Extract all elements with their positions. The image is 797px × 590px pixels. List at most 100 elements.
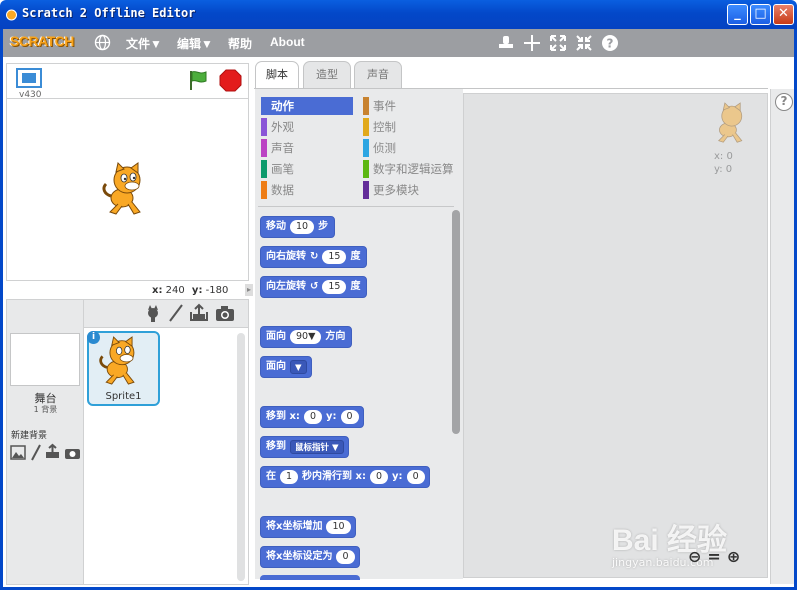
x-label: x: [152,285,163,296]
rotate-right-icon: ↻ [310,251,319,262]
block-input-x[interactable]: 0 [369,470,389,484]
svg-text:?: ? [607,37,614,51]
category-sensing[interactable]: 侦测 [363,139,396,157]
block-label: y: [325,411,337,422]
block-label: 移到 [266,441,286,452]
block-turn-right[interactable]: 向右旋转 ↻ 15 度 [260,246,368,268]
block-label: 在 [266,471,276,482]
minimize-button[interactable]: _ [727,4,748,25]
block-goto-xy[interactable]: 移到 x: 0 y: 0 [260,406,364,428]
paint-brush-icon[interactable] [167,304,185,322]
block-input[interactable]: 15 [322,250,347,264]
category-control[interactable]: 控制 [363,118,396,136]
block-partial[interactable] [260,575,360,580]
block-dropdown-input[interactable]: 90▼ [290,330,322,344]
help-button[interactable]: ? [775,93,793,111]
close-button[interactable]: ✕ [773,4,794,25]
block-label: 将x坐标设定为 [266,551,333,562]
category-color-bar [261,160,267,178]
block-change-x[interactable]: 将x坐标增加 10 [260,516,356,538]
tab-costumes[interactable]: 造型 [303,61,351,88]
upload-sprite-icon[interactable] [189,302,209,322]
cat-sprite-thumbnail [99,336,135,385]
upload-backdrop-icon[interactable] [44,443,61,460]
block-point-direction[interactable]: 面向 90▼ 方向 [260,326,353,348]
block-dropdown[interactable]: 鼠标指针 ▼ [290,440,344,454]
block-input[interactable]: 15 [322,280,347,294]
stop-sign-icon[interactable] [219,69,242,92]
globe-icon[interactable] [94,34,111,51]
y-readout: y: 0 [714,164,733,175]
cut-scissors-icon[interactable] [523,34,541,52]
presentation-mode-icon[interactable] [16,68,42,90]
palette-scrollbar[interactable] [452,210,460,434]
sprite-library-icon[interactable] [144,304,162,322]
category-operators[interactable]: 数字和逻辑运算 [363,160,454,178]
block-input[interactable]: 10 [290,220,315,234]
stage-thumbnail[interactable] [10,333,80,386]
category-motion[interactable]: 动作 [261,97,353,115]
stage-header [7,64,248,99]
x-value: 240 [165,285,185,296]
zoom-out-button[interactable]: ⊖ [688,547,701,566]
block-label: 移动 [266,221,286,232]
block-move-steps[interactable]: 移动 10 步 [260,216,336,238]
cat-sprite-on-stage[interactable] [100,162,152,216]
shrink-icon[interactable] [575,34,593,52]
category-operators-label: 数字和逻辑运算 [373,162,454,176]
menu-help[interactable]: 帮助 [228,35,252,52]
sprite-list-scrollbar[interactable] [237,333,245,581]
category-more-blocks[interactable]: 更多模块 [363,181,419,199]
scratch-logo[interactable]: SCRATCH [10,33,74,49]
cat-sprite-watermark [717,102,743,143]
block-glide[interactable]: 在 1 秒内滑行到 x: 0 y: 0 [260,466,430,488]
y-label: y: [191,285,203,296]
block-label: 度 [350,251,361,262]
maximize-button[interactable]: □ [750,4,771,25]
menu-edit[interactable]: 编辑▼ [177,35,213,52]
category-color-bar [261,181,267,199]
category-data[interactable]: 数据 [261,181,294,199]
category-color-bar [363,97,369,115]
grow-icon[interactable] [549,34,567,52]
block-goto[interactable]: 移到 鼠标指针 ▼ [260,436,349,458]
block-label: 度 [350,281,361,292]
block-input-secs[interactable]: 1 [280,470,299,484]
zoom-in-button[interactable]: ⊕ [727,547,740,566]
block-input[interactable]: 10 [326,520,351,534]
block-input-x[interactable]: 0 [303,410,322,424]
camera-icon[interactable] [215,305,235,322]
category-sound[interactable]: 声音 [261,139,294,157]
tab-sounds[interactable]: 声音 [354,61,402,88]
green-flag-icon[interactable] [187,69,209,91]
zoom-reset-button[interactable]: = [707,547,720,566]
backdrop-library-icon[interactable] [10,445,26,460]
category-looks[interactable]: 外观 [261,118,294,136]
stage-collapse-arrow[interactable]: ▸ [245,284,253,296]
block-help-icon[interactable]: ? [601,34,619,52]
block-point-towards[interactable]: 面向 ▼ [260,356,312,378]
block-input-y[interactable]: 0 [340,410,359,424]
block-label: 移到 x: [266,411,300,422]
block-dropdown[interactable]: ▼ [290,360,307,374]
palette-divider [258,206,454,207]
category-pen[interactable]: 画笔 [261,160,294,178]
category-color-bar [363,160,369,178]
stage-coordinates: x: 240 y: -180 [152,285,228,296]
duplicate-stamp-icon[interactable] [497,34,515,52]
window-title: Scratch 2 Offline Editor [22,6,196,20]
scratch-app-icon [6,9,17,21]
y-value: -180 [205,285,229,296]
block-set-x[interactable]: 将x坐标设定为 0 [260,546,360,568]
block-turn-left[interactable]: 向左旋转 ↺ 15 度 [260,276,368,298]
category-events[interactable]: 事件 [363,97,396,115]
paint-backdrop-icon[interactable] [30,444,42,461]
block-input[interactable]: 0 [336,550,355,564]
menu-file[interactable]: 文件▼ [126,35,162,52]
block-label: 步 [318,221,329,232]
menu-about[interactable]: About [270,35,305,49]
camera-backdrop-icon[interactable] [64,446,81,460]
tab-scripts[interactable]: 脚本 [255,61,299,88]
category-color-bar [363,118,369,136]
block-input-y[interactable]: 0 [406,470,425,484]
